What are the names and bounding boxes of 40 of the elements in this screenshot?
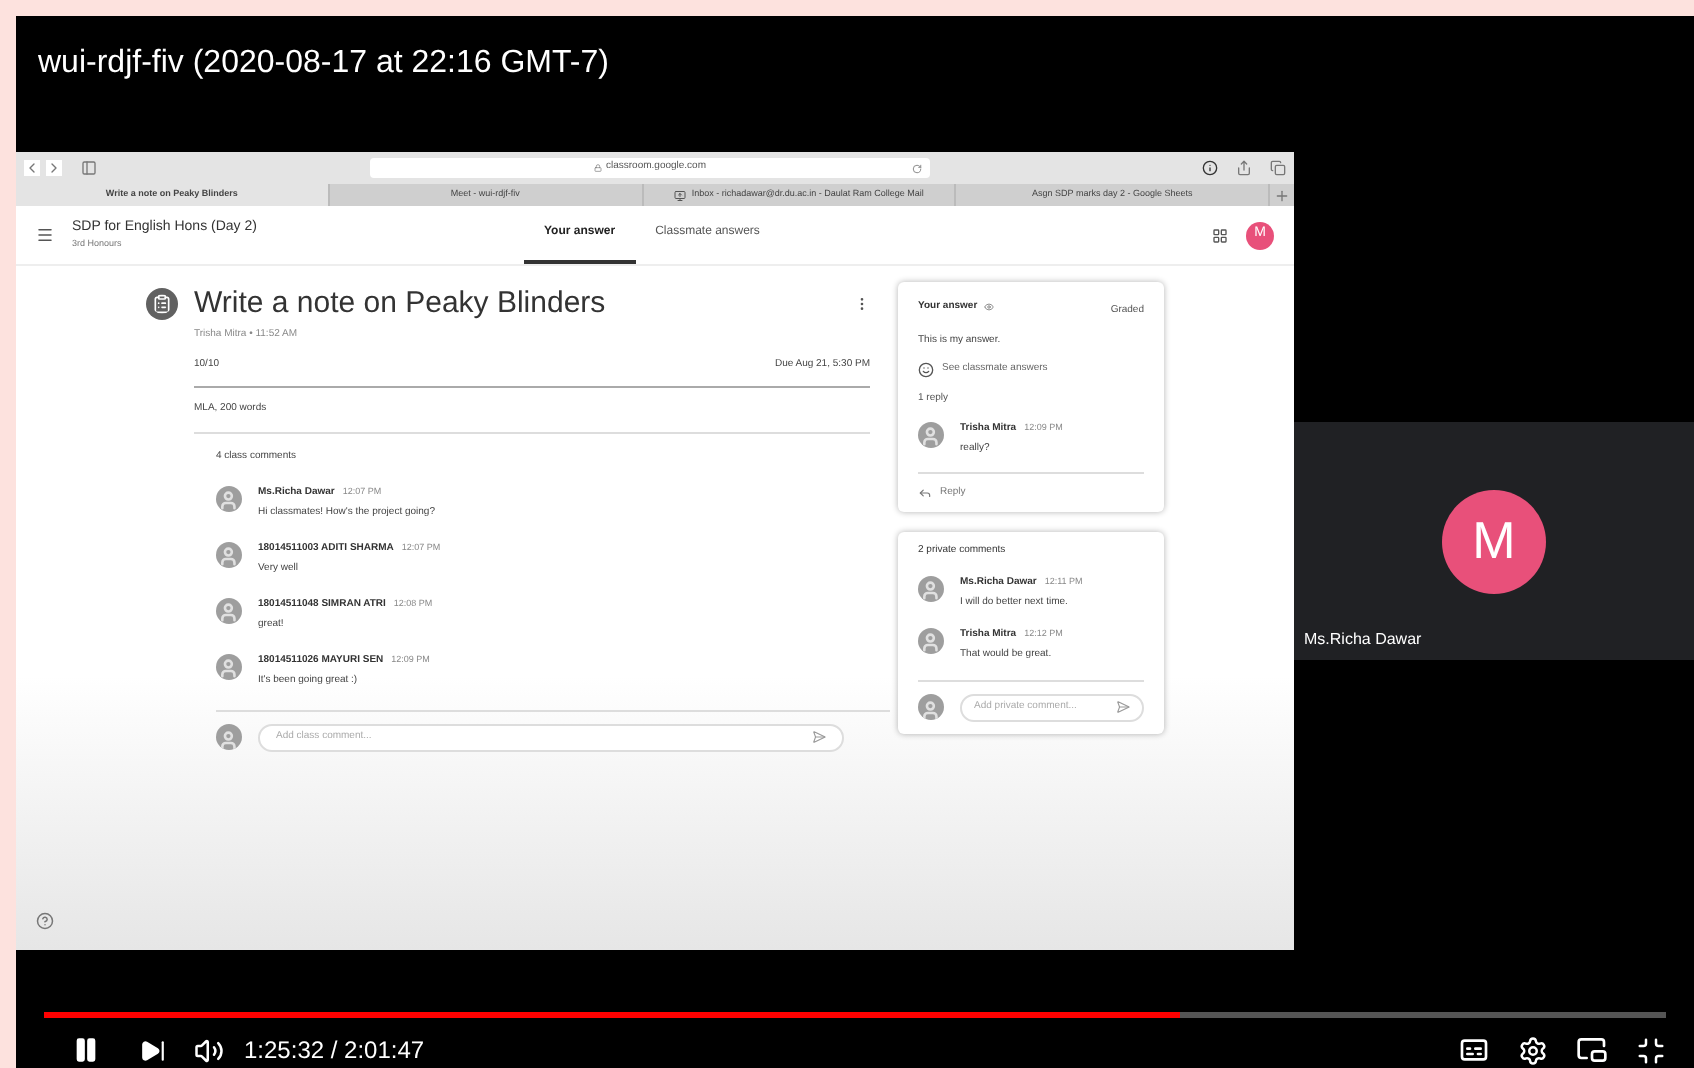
screen-share-icon	[673, 189, 686, 201]
avatar-icon	[918, 421, 944, 447]
back-icon[interactable]	[24, 160, 40, 176]
reload-icon[interactable]	[912, 163, 922, 173]
forward-icon[interactable]	[46, 160, 62, 176]
apps-icon[interactable]	[1212, 227, 1228, 243]
help-icon[interactable]	[36, 912, 54, 930]
sidebar-icon[interactable]	[80, 160, 98, 176]
send-icon[interactable]	[812, 730, 826, 744]
captions-icon[interactable]	[1458, 1034, 1490, 1066]
video-title: wui-rdjf-fiv (2020-08-17 at 22:16 GMT-7)	[38, 46, 609, 80]
reply-icon	[918, 485, 932, 500]
participant-name: Ms.Richa Dawar	[1304, 628, 1422, 652]
participant-avatar: M	[1442, 489, 1546, 593]
tabs-icon[interactable]	[1270, 160, 1286, 176]
share-icon[interactable]	[1236, 160, 1252, 176]
eye-icon	[983, 301, 994, 312]
menu-icon[interactable]	[36, 226, 54, 244]
progress-track[interactable]	[44, 1012, 1666, 1018]
avatar-icon	[216, 597, 242, 623]
next-icon[interactable]	[140, 1037, 166, 1063]
time-display: 1:25:32 / 2:01:47	[244, 1034, 425, 1068]
volume-icon[interactable]	[194, 1035, 224, 1065]
avatar-icon	[216, 485, 242, 511]
avatar-icon	[216, 724, 242, 750]
avatar-icon	[216, 541, 242, 567]
miniplayer-icon[interactable]	[1576, 1034, 1608, 1066]
send-icon[interactable]	[1116, 700, 1130, 714]
avatar-icon	[918, 694, 944, 720]
info-icon[interactable]	[1202, 160, 1218, 176]
avatar-icon	[918, 575, 944, 601]
avatar-icon	[216, 653, 242, 679]
avatar-icon	[918, 627, 944, 653]
exit-fullscreen-icon[interactable]	[1636, 1035, 1666, 1065]
settings-icon[interactable]	[1518, 1035, 1548, 1065]
lock-icon	[593, 164, 602, 172]
pause-icon[interactable]	[72, 1036, 100, 1064]
assignment-icon	[146, 288, 178, 321]
smiley-icon	[918, 362, 934, 378]
assignment-title: Write a note on Peaky Blinders	[194, 284, 606, 324]
